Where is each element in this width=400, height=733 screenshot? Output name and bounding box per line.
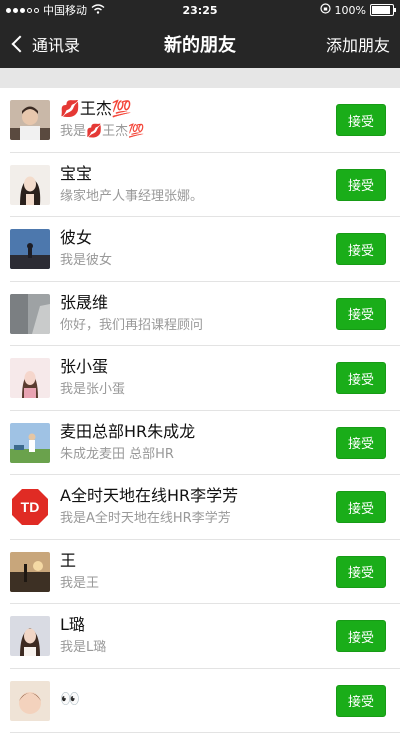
accept-button[interactable]: 接受 — [336, 685, 386, 717]
request-text: 彼女 我是彼女 — [60, 228, 336, 270]
back-button[interactable]: 通讯录 — [10, 32, 80, 56]
request-text: 王 我是王 — [60, 551, 336, 593]
sunset-photo-avatar[interactable] — [10, 552, 50, 592]
friend-request-row-7: TD A全时天地在线HR李学芳 我是A全时天地在线HR李学芳 接受 — [0, 475, 400, 540]
request-text: 👀 — [60, 689, 336, 713]
friend-name: 麦田总部HR朱成龙 — [60, 422, 336, 442]
request-message: 我是A全时天地在线HR李学芳 — [60, 510, 336, 528]
friend-request-row-2: 宝宝 缘家地产人事经理张娜。 接受 — [0, 153, 400, 218]
accept-button[interactable]: 接受 — [336, 104, 386, 136]
request-text: 张晟维 你好，我们再招课程顾问 — [60, 293, 336, 335]
chevron-left-icon — [12, 36, 29, 53]
request-text: 麦田总部HR朱成龙 朱成龙麦田 总部HR — [60, 422, 336, 464]
td-logo-avatar[interactable]: TD — [10, 487, 50, 527]
girl-portrait-avatar[interactable] — [10, 358, 50, 398]
friend-request-row-9: L璐 我是L璐 接受 — [0, 604, 400, 669]
accept-button[interactable]: 接受 — [336, 491, 386, 523]
request-message: 我是💋王杰💯 — [60, 123, 336, 141]
friend-request-row-6: 麦田总部HR朱成龙 朱成龙麦田 总部HR 接受 — [0, 411, 400, 476]
friend-name: L璐 — [60, 615, 336, 635]
request-message: 我是彼女 — [60, 252, 336, 270]
friend-name: 张小蛋 — [60, 357, 336, 377]
request-message: 朱成龙麦田 总部HR — [60, 446, 336, 464]
request-message: 我是张小蛋 — [60, 381, 336, 399]
battery-fill — [372, 6, 390, 14]
accept-button[interactable]: 接受 — [336, 169, 386, 201]
request-text: A全时天地在线HR李学芳 我是A全时天地在线HR李学芳 — [60, 486, 336, 528]
friend-name: 👀 — [60, 689, 336, 709]
gray-photo-avatar[interactable] — [10, 294, 50, 334]
battery-icon — [370, 4, 394, 16]
signal-strength-icon — [6, 8, 39, 13]
friend-request-list: 💋王杰💯 我是💋王杰💯 接受 宝宝 缘家地产人事经理张娜。 接受 彼女 我是彼女… — [0, 88, 400, 733]
friend-request-row-8: 王 我是王 接受 — [0, 540, 400, 605]
accept-button[interactable]: 接受 — [336, 362, 386, 394]
navigation-bar: 通讯录 新的朋友 添加朋友 — [0, 20, 400, 68]
request-message: 我是L璐 — [60, 639, 336, 657]
man-portrait-avatar[interactable] — [10, 100, 50, 140]
request-message: 缘家地产人事经理张娜。 — [60, 188, 336, 206]
friend-name: 宝宝 — [60, 164, 336, 184]
friend-request-row-1: 💋王杰💯 我是💋王杰💯 接受 — [0, 88, 400, 153]
battery-percent: 100% — [335, 4, 366, 17]
friend-name: A全时天地在线HR李学芳 — [60, 486, 336, 506]
request-text: L璐 我是L璐 — [60, 615, 336, 657]
request-message: 我是王 — [60, 575, 336, 593]
td-logo-text: TD — [21, 499, 40, 515]
rotation-lock-icon — [320, 3, 331, 17]
request-text: 💋王杰💯 我是💋王杰💯 — [60, 99, 336, 141]
search-strip — [0, 68, 400, 88]
add-friend-button[interactable]: 添加朋友 — [326, 32, 390, 56]
friend-name: 彼女 — [60, 228, 336, 248]
accept-button[interactable]: 接受 — [336, 620, 386, 652]
friend-name: 王 — [60, 551, 336, 571]
friend-request-row-5: 张小蛋 我是张小蛋 接受 — [0, 346, 400, 411]
status-left: 中国移动 — [6, 2, 105, 18]
request-message: 你好，我们再招课程顾问 — [60, 317, 336, 335]
friend-name: 💋王杰💯 — [60, 99, 336, 119]
request-text: 张小蛋 我是张小蛋 — [60, 357, 336, 399]
outdoor-photo-avatar[interactable] — [10, 423, 50, 463]
woman-portrait-2-avatar[interactable] — [10, 616, 50, 656]
request-text: 宝宝 缘家地产人事经理张娜。 — [60, 164, 336, 206]
friend-request-row-4: 张晟维 你好，我们再招课程顾问 接受 — [0, 282, 400, 347]
carrier-label: 中国移动 — [43, 2, 87, 18]
status-bar: 中国移动 23:25 100% — [0, 0, 400, 20]
friend-name: 张晟维 — [60, 293, 336, 313]
status-right: 100% — [320, 3, 394, 17]
woman-portrait-avatar[interactable] — [10, 165, 50, 205]
blue-sky-silhouette-avatar[interactable] — [10, 229, 50, 269]
accept-button[interactable]: 接受 — [336, 233, 386, 265]
baby-photo-avatar[interactable] — [10, 681, 50, 721]
back-label: 通讯录 — [32, 32, 80, 56]
accept-button[interactable]: 接受 — [336, 556, 386, 588]
accept-button[interactable]: 接受 — [336, 298, 386, 330]
wifi-icon — [91, 4, 105, 17]
accept-button[interactable]: 接受 — [336, 427, 386, 459]
friend-request-row-3: 彼女 我是彼女 接受 — [0, 217, 400, 282]
friend-request-row-10: 👀 接受 — [0, 669, 400, 733]
